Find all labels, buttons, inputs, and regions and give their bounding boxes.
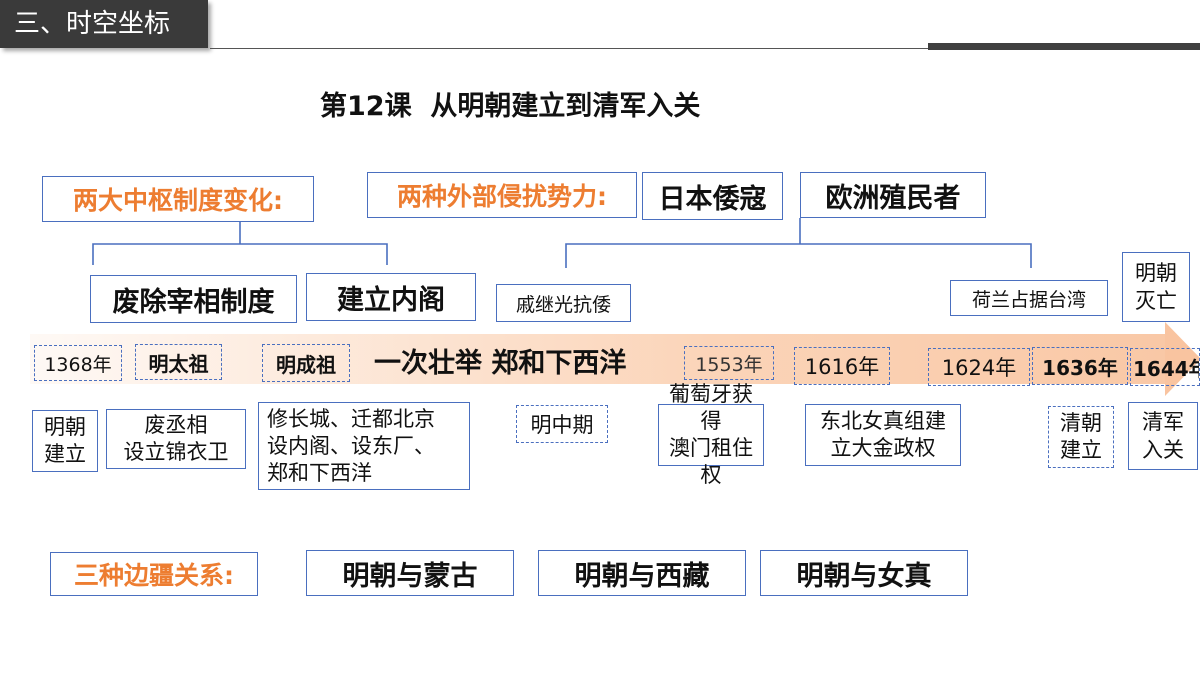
border-item-mongolia: 明朝与蒙古 <box>306 550 514 596</box>
foreign-event-dutch-taiwan: 荷兰占据台湾 <box>950 280 1108 316</box>
header-accent-bar <box>928 43 1200 50</box>
foreign-threat-label: 两种外部侵扰势力: <box>367 172 637 218</box>
border-item-tibet: 明朝与西藏 <box>538 550 746 596</box>
brace-foreign <box>565 218 1032 268</box>
timeline-marker-1553: 1553年 <box>684 346 774 380</box>
event-qing-founded: 清朝 建立 <box>1048 406 1114 468</box>
timeline-marker-1624: 1624年 <box>928 348 1030 386</box>
event-portugal-macau: 葡萄牙获得 澳门租住权 <box>658 382 764 487</box>
timeline-highlight-zheng-he: 一次壮举 郑和下西洋 <box>374 348 627 379</box>
foreign-item-european-colonists: 欧洲殖民者 <box>800 172 986 218</box>
central-item-abolish-chancellor: 废除宰相制度 <box>90 275 297 323</box>
section-header-tab: 三、时空坐标 <box>0 0 208 48</box>
brace-central <box>92 222 388 265</box>
timeline-marker-1644: 1644年 <box>1130 348 1200 386</box>
central-system-label: 两大中枢制度变化: <box>42 176 314 222</box>
foreign-item-japanese-pirates: 日本倭寇 <box>642 172 783 220</box>
event-taizu-acts: 废丞相 设立锦衣卫 <box>106 409 246 469</box>
border-relations-label: 三种边疆关系: <box>50 552 258 596</box>
timeline-marker-1636: 1636年 <box>1032 347 1128 385</box>
event-mid-ming: 明中期 <box>516 405 608 443</box>
event-jurchen-jin: 东北女真组建 立大金政权 <box>805 404 961 466</box>
timeline-marker-chengzu: 明成祖 <box>262 344 350 382</box>
foreign-event-qi-jiguang: 戚继光抗倭 <box>496 284 631 322</box>
ming-fall-box: 明朝 灭亡 <box>1122 252 1190 322</box>
event-ming-founded: 明朝 建立 <box>32 410 98 472</box>
timeline-marker-1616: 1616年 <box>794 347 890 385</box>
border-item-jurchen: 明朝与女真 <box>760 550 968 596</box>
timeline-marker-taizu: 明太祖 <box>135 344 222 380</box>
timeline-marker-1368: 1368年 <box>34 345 122 381</box>
lesson-title: 第12课 从明朝建立到清军入关 <box>320 91 701 122</box>
event-qing-enters-pass: 清军 入关 <box>1128 402 1198 470</box>
event-chengzu-acts: 修长城、迁都北京 设内阁、设东厂、 郑和下西洋 <box>258 402 470 490</box>
central-item-cabinet: 建立内阁 <box>306 273 476 321</box>
